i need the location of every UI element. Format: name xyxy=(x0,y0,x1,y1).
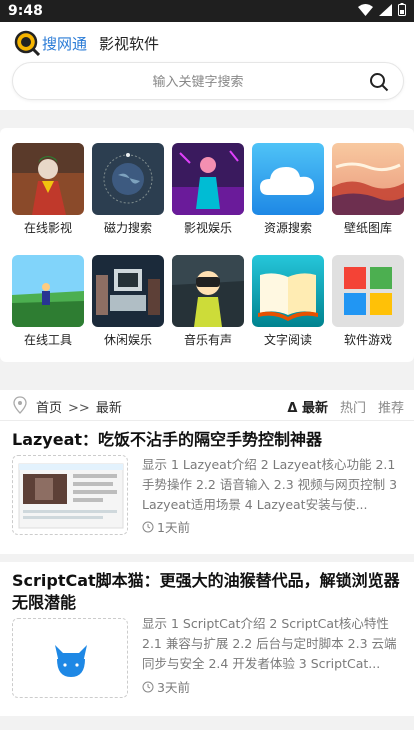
tab-recommend[interactable]: 推荐 xyxy=(378,397,404,416)
search-bar xyxy=(12,62,404,100)
tile-label: 在线工具 xyxy=(23,333,72,347)
tile-resource-search[interactable]: 资源搜索 xyxy=(252,143,324,236)
location-pin-icon xyxy=(13,396,27,414)
tile-music-audio[interactable]: 音乐有声 xyxy=(172,255,244,348)
tile-label: 音乐有声 xyxy=(183,333,232,347)
post-item[interactable]: ScriptCat脚本猫：更强大的油猴替代品，解锁浏览器无限潜能 显示 1 Sc… xyxy=(0,562,414,716)
status-bar: 9:48 xyxy=(0,0,414,22)
tile-label: 影视娱乐 xyxy=(183,221,232,235)
tile-label: 资源搜索 xyxy=(263,221,312,235)
status-icons xyxy=(358,3,406,16)
open-book-icon xyxy=(252,255,324,327)
clock-icon xyxy=(142,681,154,692)
breadcrumb-home[interactable]: 首页 xyxy=(36,401,62,416)
app-window-screenshot-icon xyxy=(18,463,124,529)
post-meta: 1天前 xyxy=(142,517,190,536)
post-item[interactable]: Lazyeat：吃饭不沾手的隔空手势控制神器 显示 1 Lazyeat介绍 2 … xyxy=(0,420,414,554)
breadcrumb-current: 最新 xyxy=(95,401,122,416)
tile-online-tools[interactable]: 在线工具 xyxy=(12,255,84,348)
tile-label: 磁力搜索 xyxy=(103,221,152,235)
sunset-landscape-icon xyxy=(332,143,404,215)
magnifier-logo-icon xyxy=(14,30,40,56)
post-time: 3天前 xyxy=(157,680,190,695)
tile-magnet-search[interactable]: 磁力搜索 xyxy=(92,143,164,236)
tile-label: 休闲娱乐 xyxy=(103,333,152,347)
tile-label: 文字阅读 xyxy=(263,333,312,347)
tile-software-games[interactable]: 软件游戏 xyxy=(332,255,404,348)
post-time: 1天前 xyxy=(157,520,190,535)
post-thumbnail[interactable] xyxy=(12,455,128,535)
battery-icon xyxy=(398,3,406,16)
post-summary: 显示 1 ScriptCat介绍 2 ScriptCat核心特性 2.1 兼容与… xyxy=(142,616,397,671)
post-meta: 3天前 xyxy=(142,677,190,696)
joker-poster-icon xyxy=(12,143,84,215)
tile-wallpapers[interactable]: 壁纸图库 xyxy=(332,143,404,236)
category-grid: 在线影视 磁力搜索 影视娱乐 资源搜索 壁纸图库 在线工具 休闲娱乐 音乐有声 … xyxy=(0,128,414,362)
signal-icon xyxy=(379,3,392,16)
tile-online-video[interactable]: 在线影视 xyxy=(12,143,84,236)
spacer xyxy=(0,362,414,382)
wifi-icon xyxy=(358,3,373,16)
clock-icon xyxy=(142,521,154,532)
tile-reading[interactable]: 文字阅读 xyxy=(252,255,324,348)
search-icon[interactable] xyxy=(369,72,389,92)
post-title[interactable]: Lazyeat：吃饭不沾手的隔空手势控制神器 xyxy=(12,429,404,451)
search-input[interactable] xyxy=(33,71,363,93)
retro-computer-icon xyxy=(92,255,164,327)
post-thumbnail[interactable] xyxy=(12,618,128,698)
tile-label: 在线影视 xyxy=(23,221,72,235)
tile-label: 壁纸图库 xyxy=(343,221,392,235)
tile-entertainment[interactable]: 影视娱乐 xyxy=(172,143,244,236)
sort-tabs: Δ 最新 热门 推荐 xyxy=(287,397,404,416)
breadcrumb: 首页 >> 最新 xyxy=(36,397,122,416)
brand-name: 搜网通 xyxy=(42,34,88,53)
brand: 搜网通 影视软件 xyxy=(14,30,159,56)
tile-label: 软件游戏 xyxy=(343,333,392,347)
breadcrumb-bar: 首页 >> 最新 Δ 最新 热门 推荐 xyxy=(0,390,414,420)
cat-head-icon xyxy=(55,645,87,677)
status-time: 9:48 xyxy=(8,3,43,19)
tab-hot[interactable]: 热门 xyxy=(340,397,366,416)
windows-logo-icon xyxy=(332,255,404,327)
post-summary: 显示 1 Lazyeat介绍 2 Lazyeat核心功能 2.1 手势操作 2.… xyxy=(142,457,398,512)
spacer xyxy=(0,716,414,730)
post-title[interactable]: ScriptCat脚本猫：更强大的油猴替代品，解锁浏览器无限潜能 xyxy=(12,570,404,614)
cloud-icon xyxy=(252,143,324,215)
planet-magnet-icon xyxy=(92,143,164,215)
anime-landscape-icon xyxy=(12,255,84,327)
breadcrumb-separator: >> xyxy=(68,401,90,416)
vr-headset-person-icon xyxy=(172,255,244,327)
app-header: 搜网通 影视软件 xyxy=(0,22,414,110)
brand-subtitle: 影视软件 xyxy=(99,34,160,53)
tile-leisure[interactable]: 休闲娱乐 xyxy=(92,255,164,348)
neon-figure-icon xyxy=(172,143,244,215)
tab-latest[interactable]: Δ 最新 xyxy=(287,397,328,416)
